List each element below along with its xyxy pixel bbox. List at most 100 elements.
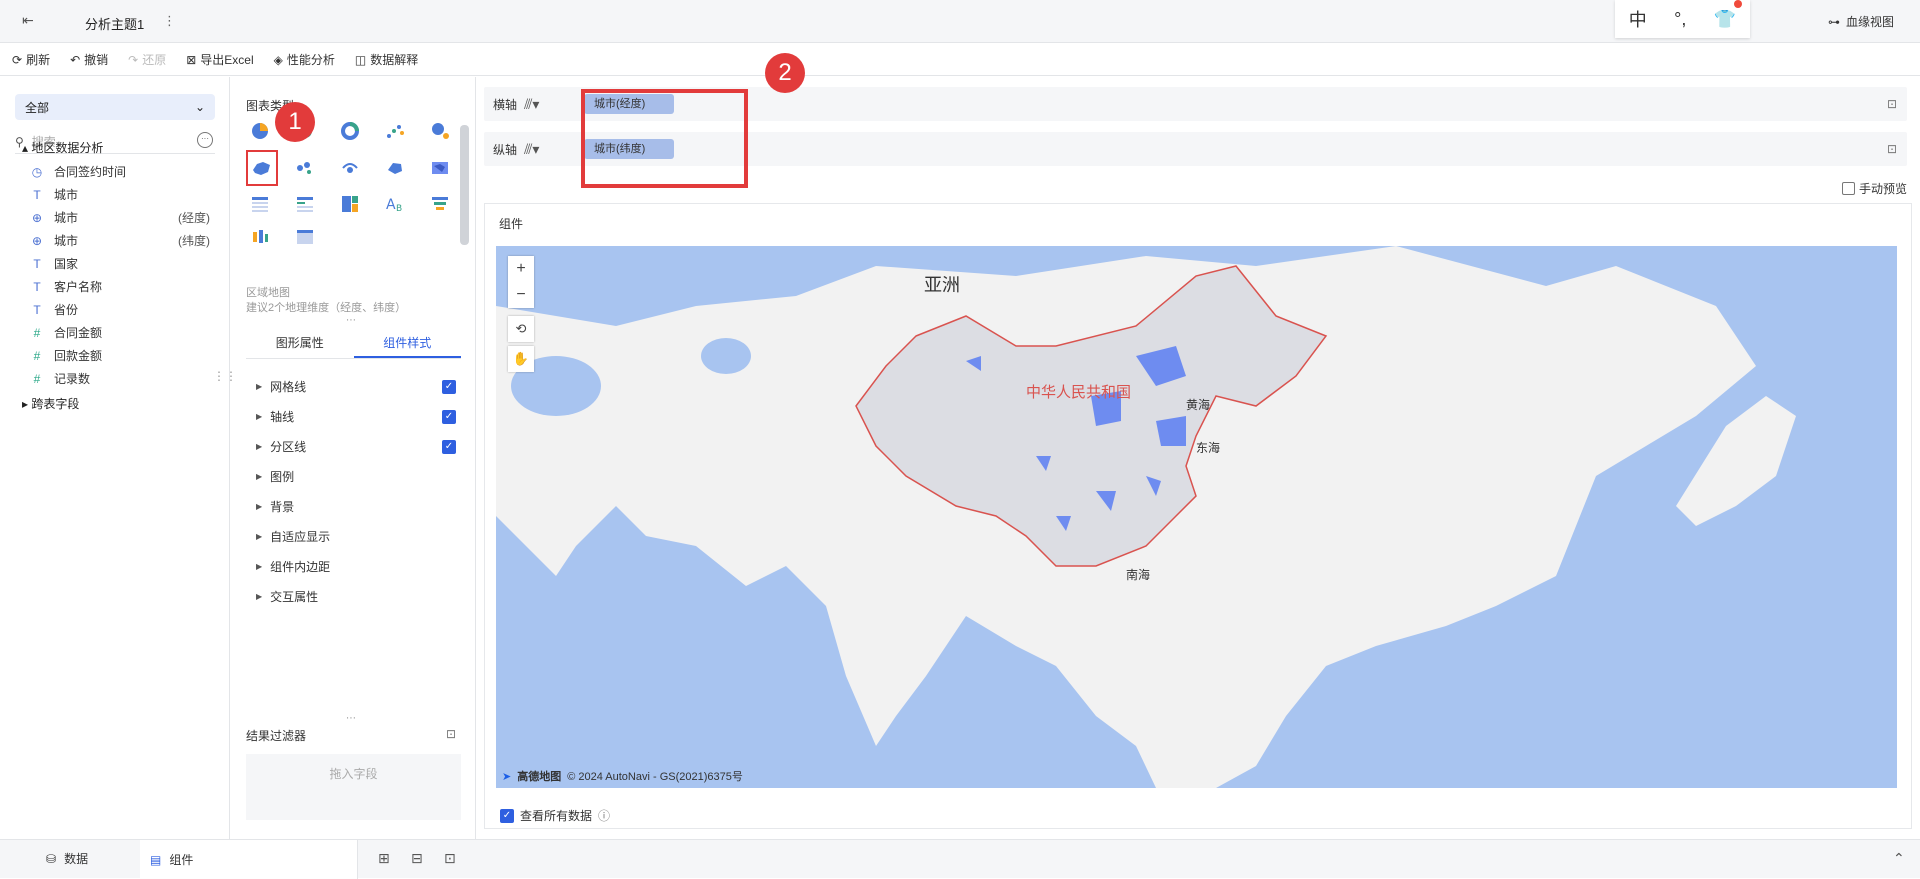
prop-interaction[interactable]: ▶ 交互属性: [256, 588, 456, 605]
info-icon[interactable]: ⓘ: [598, 807, 610, 824]
toolbar: ⟳ 刷新 ↶ 撤销 ↷ 还原 ⊠ 导出Excel ◈ 性能分析 ◫ 数据解释: [0, 44, 1920, 76]
field-item[interactable]: T 国家: [30, 255, 210, 272]
cross-table-header[interactable]: ▸ 跨表字段: [22, 395, 79, 412]
language-icon[interactable]: 中: [1629, 6, 1647, 32]
chart-scatter-icon[interactable]: [381, 117, 409, 145]
chart-funnel-icon[interactable]: [426, 190, 454, 218]
chart-region-icon[interactable]: [426, 154, 454, 182]
view-all-data-toggle[interactable]: ✓ 查看所有数据 ⓘ: [500, 807, 610, 824]
package-select[interactable]: 全部 ⌄: [15, 94, 215, 120]
field-item[interactable]: T 城市: [30, 186, 210, 203]
aral-lake: [701, 338, 751, 374]
expand-icon: ▶: [256, 412, 263, 421]
refresh-icon: ⟳: [12, 52, 23, 67]
manual-preview-checkbox[interactable]: [1842, 182, 1855, 195]
expand-icon: ▶: [256, 382, 263, 391]
group-header[interactable]: ▴ 地区数据分析: [22, 139, 103, 156]
chart-donut-icon[interactable]: [336, 117, 364, 145]
resize-handle[interactable]: ⋯: [346, 713, 356, 724]
prop-legend[interactable]: ▶ 图例: [256, 468, 456, 485]
chart-detail-table-icon[interactable]: [291, 223, 319, 251]
chart-table-icon[interactable]: [246, 190, 274, 218]
field-item[interactable]: ⊕ 城市 (经度): [30, 209, 210, 226]
map-view[interactable]: + − ⟲ ✋ 亚洲 中华人民共和国 黄海 东海 南海 ➤ 高德地图 © 202…: [496, 246, 1897, 788]
chart-type-scrollbar[interactable]: [460, 125, 469, 245]
text-type-icon: T: [33, 279, 41, 294]
top-bar: ⇤ 分析主题1 ⋮ 中 °, 👕 ⊶ 血缘视图: [0, 0, 1920, 43]
prop-axis[interactable]: ▶ 轴线 ✓: [256, 408, 456, 425]
zoom-control: + −: [508, 256, 534, 308]
explain-icon: ◫: [354, 52, 367, 67]
skin-icon[interactable]: 👕: [1714, 9, 1736, 30]
lock-icon[interactable]: ⊡: [1887, 97, 1897, 111]
gridline-checkbox[interactable]: ✓: [442, 379, 456, 394]
lineage-view-button[interactable]: ⊶ 血缘视图: [1828, 13, 1894, 30]
view-all-checkbox[interactable]: ✓: [500, 808, 514, 823]
undo-button[interactable]: ↶ 撤销: [70, 51, 108, 68]
chart-point-map-icon[interactable]: [291, 154, 319, 182]
zoom-out-button[interactable]: −: [508, 282, 534, 308]
field-item[interactable]: T 省份: [30, 301, 210, 318]
data-explain-button[interactable]: ◫ 数据解释: [355, 51, 418, 68]
field-item[interactable]: # 回款金额: [30, 347, 210, 364]
chart-wordcloud-icon[interactable]: AB: [381, 190, 409, 218]
expand-icon: ▶: [256, 472, 263, 481]
chart-bubble-icon[interactable]: [426, 117, 454, 145]
number-type-icon: #: [33, 325, 41, 340]
field-item[interactable]: ⊕ 城市 (纬度): [30, 232, 210, 249]
tab-graph-properties[interactable]: 图形属性: [246, 327, 354, 358]
prop-adaptive-display[interactable]: ▶ 自适应显示: [256, 528, 456, 545]
chart-flow-map-icon[interactable]: [336, 154, 364, 182]
x-axis-type-icon[interactable]: ⫻▾: [524, 96, 564, 113]
back-icon[interactable]: ⇤: [22, 12, 42, 32]
export-excel-button[interactable]: ⊠ 导出Excel: [186, 51, 253, 68]
svg-text:A: A: [386, 197, 396, 213]
add-component-icon[interactable]: ⊞: [378, 850, 390, 867]
tab-component-style[interactable]: 组件样式: [353, 327, 461, 358]
filter-drop-zone[interactable]: 拖入字段: [246, 754, 461, 820]
field-item[interactable]: # 记录数: [30, 370, 210, 387]
add-story-icon[interactable]: ⊡: [444, 850, 456, 867]
axis-checkbox[interactable]: ✓: [442, 409, 456, 424]
tab-data[interactable]: ⛁ 数据: [46, 850, 88, 867]
chart-area-map-icon[interactable]: [246, 150, 278, 186]
annotation-badge-1: 1: [275, 102, 315, 142]
prop-background[interactable]: ▶ 背景: [256, 498, 456, 515]
options-icon[interactable]: ···: [197, 132, 213, 148]
redo-button[interactable]: ↷ 还原: [128, 51, 166, 68]
chart-pie-icon[interactable]: [246, 117, 274, 145]
prop-padding[interactable]: ▶ 组件内边距: [256, 558, 456, 575]
result-filter: 结果过滤器 ⊡ 拖入字段: [246, 727, 461, 820]
chart-heat-map-icon[interactable]: [381, 154, 409, 182]
prop-region-line[interactable]: ▶ 分区线 ✓: [256, 438, 456, 455]
svg-text:B: B: [396, 204, 402, 214]
result-filter-label: 结果过滤器: [246, 729, 307, 743]
region-line-checkbox[interactable]: ✓: [442, 439, 456, 454]
chart-treemap-icon[interactable]: [336, 190, 364, 218]
field-item[interactable]: T 客户名称: [30, 278, 210, 295]
more-icon[interactable]: ⋮: [163, 13, 176, 29]
map-rotate-icon[interactable]: ⟲: [508, 316, 534, 342]
annotation-box-axes: [581, 89, 748, 188]
tab-component[interactable]: ▤ 组件: [140, 840, 358, 879]
hand-pan-icon[interactable]: ✋: [508, 346, 534, 372]
settings-dots-icon[interactable]: °,: [1674, 9, 1686, 30]
chart-kline-icon[interactable]: [246, 223, 274, 251]
chart-type-name: 区域地图: [246, 287, 290, 299]
add-dashboard-icon[interactable]: ⊟: [411, 850, 423, 867]
field-item[interactable]: # 合同金额: [30, 324, 210, 341]
y-axis-label: 纵轴: [493, 142, 518, 157]
resize-handle[interactable]: ⋯: [346, 315, 356, 326]
field-item[interactable]: ◷ 合同签约时间: [30, 163, 210, 180]
lock-icon[interactable]: ⊡: [1887, 142, 1897, 156]
collapse-icon[interactable]: ⌃: [1893, 850, 1905, 867]
refresh-button[interactable]: ⟳ 刷新: [12, 51, 50, 68]
lock-icon[interactable]: ⊡: [446, 727, 456, 741]
manual-preview-toggle[interactable]: 手动预览: [1842, 180, 1907, 197]
zoom-in-button[interactable]: +: [508, 256, 534, 282]
chart-cross-table-icon[interactable]: [291, 190, 319, 218]
y-axis-type-icon[interactable]: ⫻▾: [524, 141, 564, 158]
performance-button[interactable]: ◈ 性能分析: [274, 51, 335, 68]
prop-gridline[interactable]: ▶ 网格线 ✓: [256, 378, 456, 395]
map-label-asia: 亚洲: [924, 275, 960, 295]
